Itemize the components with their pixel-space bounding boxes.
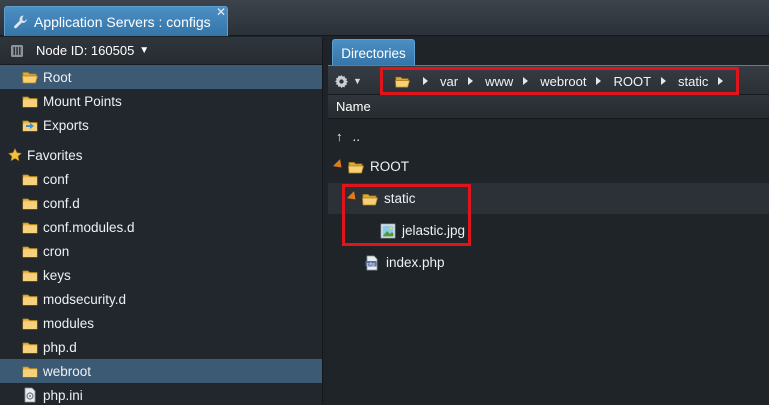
favorites-header[interactable]: Favorites (0, 143, 322, 167)
server-icon (11, 44, 23, 57)
favorite-item-label: php.ini (43, 387, 83, 403)
settings-menu-button[interactable]: ▼ (334, 70, 370, 92)
folder-open-icon (22, 69, 38, 85)
image-file-icon (380, 223, 396, 238)
column-header-name[interactable]: Name (328, 95, 769, 119)
favorite-item-label: keys (43, 267, 71, 283)
php-file-icon: php (365, 255, 378, 270)
folder-open-icon[interactable] (394, 74, 411, 89)
favorite-item-label: php.d (43, 339, 77, 355)
tree-item-root[interactable]: Root (0, 65, 322, 89)
folder-icon (22, 195, 38, 211)
favorite-item-label: conf.modules.d (43, 219, 135, 235)
favorite-item-label: cron (43, 243, 70, 259)
node-label: Node ID: 160505 (36, 43, 135, 58)
favorite-item-selected[interactable]: webroot (0, 359, 322, 383)
breadcrumb: var www webroot ROOT static (380, 67, 739, 95)
chevron-right-icon (661, 77, 667, 85)
favorite-item-label: conf (43, 171, 69, 187)
file-name: static (384, 191, 416, 206)
favorite-item-label: conf.d (43, 195, 80, 211)
chevron-right-icon (596, 77, 602, 85)
file-name: ROOT (370, 159, 409, 174)
tree-item-mount-points[interactable]: Mount Points (0, 89, 322, 113)
chevron-right-icon (523, 77, 529, 85)
folder-icon (22, 363, 38, 379)
favorite-item-label: webroot (43, 363, 92, 379)
folder-icon (22, 171, 38, 187)
expand-arrow-icon (346, 191, 360, 204)
breadcrumb-webroot[interactable]: webroot (536, 74, 590, 89)
favorite-item[interactable]: modsecurity.d (0, 287, 322, 311)
directory-toolbar: ▼ var www webroot ROOT static (328, 65, 769, 95)
folder-icon (22, 267, 38, 283)
favorite-item[interactable]: cron (0, 239, 322, 263)
favorite-item[interactable]: php.ini (0, 383, 322, 405)
config-file-icon (24, 387, 36, 403)
favorite-item[interactable]: conf.modules.d (0, 215, 322, 239)
gear-icon (334, 74, 349, 88)
favorite-item-label: modules (43, 315, 95, 331)
directories-panel: Directories ▼ var www webroot ROOT stati… (328, 37, 769, 405)
favorite-item[interactable]: conf (0, 167, 322, 191)
favorite-item[interactable]: modules (0, 311, 322, 335)
wrench-icon (14, 15, 27, 28)
file-tree-panel: Node ID: 160505 ▼ Root Mount Points Expo… (0, 37, 323, 405)
window-titlebar: Application Servers : configs ✕ (0, 0, 769, 36)
window-title: Application Servers : configs (34, 13, 211, 30)
favorites-label: Favorites (27, 147, 83, 163)
file-name: index.php (386, 255, 445, 270)
breadcrumb-static[interactable]: static (674, 74, 712, 89)
folder-icon (22, 93, 38, 109)
folder-open-icon (348, 159, 364, 175)
breadcrumb-root[interactable]: ROOT (609, 74, 655, 89)
arrow-up-icon: ↑ (336, 129, 343, 144)
expand-arrow-icon (332, 159, 346, 172)
folder-icon (22, 219, 38, 235)
folder-open-icon (362, 191, 378, 207)
favorite-item[interactable]: keys (0, 263, 322, 287)
chevron-down-icon: ▼ (139, 45, 150, 56)
tree-item-label: Root (43, 69, 72, 85)
node-selector[interactable]: Node ID: 160505 ▼ (0, 37, 322, 65)
breadcrumb-www[interactable]: www (481, 74, 517, 89)
folder-icon (22, 315, 38, 331)
file-row-php[interactable]: php index.php (328, 247, 769, 278)
file-name: jelastic.jpg (402, 223, 466, 238)
exports-icon (22, 117, 38, 133)
tree-item-label: Exports (43, 117, 89, 133)
folder-icon (22, 291, 38, 307)
chevron-right-icon (718, 77, 724, 85)
chevron-right-icon (468, 77, 474, 85)
file-row-image[interactable]: jelastic.jpg (328, 215, 769, 246)
file-row-static[interactable]: static (328, 183, 769, 214)
favorite-item-label: modsecurity.d (43, 291, 127, 307)
chevron-right-icon (423, 77, 428, 85)
window-tab[interactable]: Application Servers : configs ✕ (4, 5, 228, 36)
chevron-down-icon: ▼ (353, 76, 362, 86)
tree-item-exports[interactable]: Exports (0, 113, 322, 137)
tab-directories[interactable]: Directories (332, 39, 415, 66)
tree-item-label: Mount Points (43, 93, 122, 109)
file-name: .. (352, 129, 361, 144)
folder-icon (22, 339, 38, 355)
file-row-up[interactable]: ↑ .. (328, 121, 769, 152)
star-icon (8, 148, 22, 162)
breadcrumb-var[interactable]: var (436, 74, 462, 89)
favorite-item[interactable]: php.d (0, 335, 322, 359)
close-icon[interactable]: ✕ (214, 5, 228, 19)
file-row-root[interactable]: ROOT (328, 151, 769, 182)
svg-text:php: php (367, 261, 376, 267)
favorite-item[interactable]: conf.d (0, 191, 322, 215)
folder-icon (22, 243, 38, 259)
